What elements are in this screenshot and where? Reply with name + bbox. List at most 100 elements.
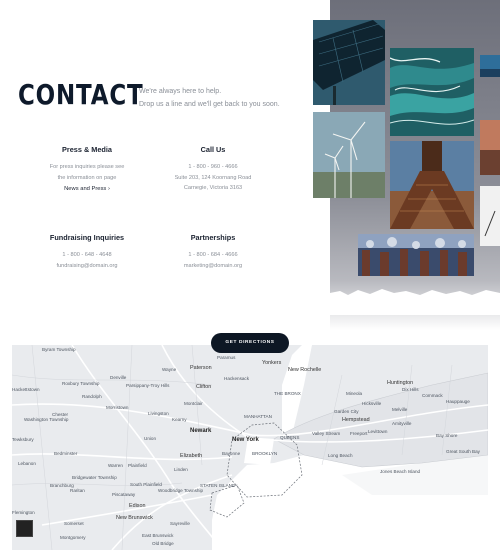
map-label-hackettstown: Hackettstown	[12, 387, 40, 392]
news-and-press-link[interactable]: News and Press ›	[32, 186, 142, 192]
fundraising-phone[interactable]: 1 - 800 - 648 - 4648	[32, 250, 142, 261]
map-label-montgomery: Montgomery	[60, 535, 86, 540]
map-label-warren: Warren	[108, 463, 123, 468]
map-label-kearny: Kearny	[172, 417, 187, 422]
partnerships-email[interactable]: marketing@domain.org	[158, 261, 268, 272]
map-label-yonkers: Yonkers	[262, 360, 282, 366]
map-label-edison: Edison	[129, 503, 146, 509]
map-label-plainfield: Plainfield	[128, 463, 147, 468]
map-label-huntington: Huntington	[387, 380, 414, 386]
map-label-livingston: Livingston	[148, 411, 169, 416]
map-label-garden-city: Garden City	[334, 409, 359, 414]
map-label-montclair: Montclair	[184, 401, 203, 406]
tagline-line-1: We're always here to help.	[139, 88, 222, 95]
map-label-mineola: Mineola	[346, 391, 363, 396]
press-media-line-2: the information on page	[57, 174, 117, 181]
partnerships-phone[interactable]: 1 - 800 - 684 - 4666	[158, 250, 268, 261]
map-label-dix-hills: Dix Hills	[402, 387, 419, 392]
map-label-long-beach: Long Beach	[328, 453, 353, 458]
map-label-hauppauge: Hauppauge	[446, 399, 470, 404]
map-label-linden: Linden	[174, 467, 188, 472]
fundraising-email[interactable]: fundraising@domain.org	[32, 261, 142, 272]
map-label-roxbury: Roxbury Township	[62, 381, 100, 386]
call-us-title: Call Us	[200, 145, 226, 154]
solar-panel-photo	[313, 20, 385, 105]
map-label-hempstead: Hempstead	[342, 417, 370, 423]
map-label-brooklyn: BROOKLYN	[252, 451, 278, 456]
map-label-newark: Newark	[190, 428, 212, 434]
map-label-somerset: Somerset	[64, 521, 84, 526]
map-label-paramus: Paramus	[217, 355, 236, 360]
call-us-address-1: Suite 203, 124 Koornang Road	[174, 174, 252, 181]
photo-collage	[313, 0, 500, 330]
map-label-paterson: Paterson	[190, 365, 212, 371]
map-label-staten-island: STATEN ISLAND	[200, 483, 236, 488]
white-photo	[480, 186, 500, 246]
tagline-line-2: Drop us a line and we'll get back to you…	[139, 101, 280, 108]
call-us-phone[interactable]: 1 - 800 - 960 - 4666	[158, 162, 268, 173]
eiffel-tower-photo	[390, 141, 474, 229]
map-label-parsippany: Parsippany-Troy Hills	[126, 383, 170, 388]
sky-photo	[480, 55, 500, 77]
map-label-bridgewater: Bridgewater Township	[72, 475, 117, 480]
tagline: We're always here to help. Drop us a lin…	[139, 85, 299, 111]
map-label-summit: Union	[144, 436, 157, 441]
partnerships-title: Partnerships	[190, 233, 236, 242]
map-label-south-plainfield: South Plainfield	[130, 482, 162, 487]
get-directions-button[interactable]: GET DIRECTIONS	[211, 333, 289, 353]
dusk-photo	[480, 120, 500, 175]
map-label-wayne: Wayne	[162, 367, 177, 372]
map-label-lebanon: Lebanon	[18, 461, 36, 466]
map-label-chester: Chester	[52, 412, 69, 417]
map-label-raritan: Raritan	[70, 488, 85, 493]
map-label-tewksbury: Tewksbury	[12, 437, 34, 442]
map-label-randolph: Randolph	[82, 394, 102, 399]
map-label-valley-stream: Valley Stream	[312, 431, 341, 436]
map-label-queens: QUEENS	[280, 435, 300, 440]
map-label-denville: Denville	[110, 375, 127, 380]
map-label-levittown: Levittown	[368, 429, 388, 434]
wind-turbines-photo	[313, 112, 385, 198]
press-media-block: Press & Media For press inquiries please…	[32, 145, 142, 192]
page-title: CONTACT	[18, 78, 144, 111]
map-label-bayonne: Bayonne	[222, 451, 241, 456]
call-us-block: Call Us 1 - 800 - 960 - 4666 Suite 203, …	[158, 145, 268, 194]
fundraising-title: Fundraising Inquiries	[49, 233, 125, 242]
map-label-new-york: New York	[232, 437, 259, 443]
press-media-title: Press & Media	[62, 145, 112, 154]
map-graphic	[12, 345, 488, 550]
map-label-great-south-bay: Great South Bay	[446, 449, 480, 454]
map-label-elizabeth: Elizabeth	[180, 453, 203, 459]
map-label-hackensack: Hackensack	[224, 376, 250, 381]
map-label-amityville: Amityville	[392, 421, 412, 426]
map-label-new-rochelle: New Rochelle	[288, 367, 322, 373]
map-label-washington: Washington Township	[24, 417, 69, 422]
map-label-clifton: Clifton	[196, 384, 212, 390]
map-label-bedminster: Bedminster	[54, 451, 78, 456]
map-label-hicksville: Hicksville	[362, 401, 382, 406]
map-label-old-bridge: Old Bridge	[152, 541, 174, 546]
call-us-address-2: Carnegie, Victoria 3163	[183, 185, 243, 191]
fundraising-block: Fundraising Inquiries 1 - 800 - 648 - 46…	[32, 233, 142, 271]
map-label-commack: Commack	[422, 393, 443, 398]
map-label-bay-shore: Bay Shore	[436, 433, 458, 438]
map-label-manhattan: MANHATTAN	[244, 414, 272, 419]
map-label-melville: Melville	[392, 407, 408, 412]
map-label-jones-beach: Jones Beach Island	[380, 469, 421, 474]
map-label-flemington: Flemington	[12, 510, 35, 515]
press-media-line-1: For press inquiries please see	[49, 164, 125, 170]
map-label-new-brunswick: New Brunswick	[116, 515, 153, 521]
map-label-freeport: Freeport	[350, 431, 368, 436]
map-logo-badge	[16, 520, 33, 537]
map-label-byram: Byram Township	[42, 347, 76, 352]
map-label-woodbridge: Woodbridge Township	[158, 488, 204, 493]
partnerships-block: Partnerships 1 - 800 - 684 - 4666 market…	[158, 233, 268, 271]
map-label-piscataway: Piscataway	[112, 492, 136, 497]
torn-paper-edge	[330, 289, 500, 315]
map-label-sayreville: Sayreville	[170, 521, 190, 526]
map[interactable]: Byram Township Roxbury Township Hacketts…	[12, 345, 488, 550]
ocean-waves-photo	[390, 48, 474, 136]
protest-crowd-photo	[358, 234, 474, 276]
map-label-east-brunswick: East Brunswick	[142, 533, 174, 538]
map-label-bronx: THE BRONX	[274, 391, 301, 396]
